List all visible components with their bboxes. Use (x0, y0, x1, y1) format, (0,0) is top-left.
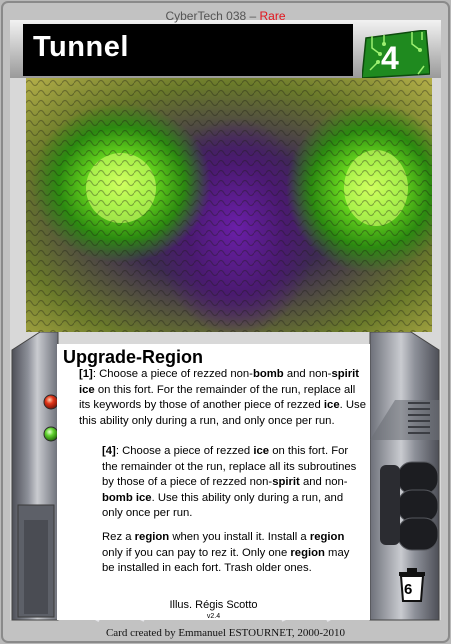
keyword-bomb: bomb (252, 368, 284, 380)
card: CyberTech 038 – Rare Tunnel 4 Upgrade-Re… (0, 0, 451, 644)
ability-2-seg: : Choose a piece of rezzed (115, 445, 254, 457)
ability-1-cost: [1] (79, 368, 93, 380)
ability-1-seg: and non- (283, 368, 332, 380)
ability-1-seg: : Choose a piece of rezzed non- (92, 368, 253, 380)
ability-2-seg: and non- (299, 476, 348, 488)
ability-2-text: [4]: Choose a piece of rezzed ice on thi… (102, 444, 364, 522)
trash-cost-value: 6 (404, 581, 413, 598)
region-rule-seg: Rez a (102, 531, 135, 543)
keyword-ice: ice (323, 399, 340, 411)
cost-value: 4 (381, 40, 399, 76)
card-title: Tunnel (33, 31, 129, 63)
set-separator: – (246, 9, 260, 23)
keyword-bomb-ice: bomb ice (102, 491, 152, 504)
ability-1-seg: on this fort. For the remainder of the r… (79, 383, 356, 412)
region-rule-text: Rez a region when you install it. Instal… (102, 530, 364, 577)
keyword-ice: ice (253, 445, 270, 457)
region-rule-seg: when you install it. Install a (169, 531, 310, 543)
set-name: CyberTech 038 (165, 9, 247, 23)
region-rule-seg: only if you can pay to rez it. Only one (102, 546, 291, 559)
ability-2-cost: [4] (102, 445, 116, 457)
illustrator-credit: Illus. Régis Scotto (169, 599, 258, 611)
card-subtype: Upgrade-Region (63, 347, 204, 367)
keyword-region: region (290, 546, 325, 559)
tunnel-artwork-image (26, 78, 432, 332)
keyword-region: region (134, 531, 170, 543)
keyword-spirit: spirit (272, 476, 300, 488)
rarity-label: Rare (259, 9, 286, 23)
keyword-region: region (309, 531, 345, 543)
card-artwork (26, 78, 432, 332)
version-label: v2.4 (206, 613, 221, 620)
set-line: CyberTech 038 – Rare (0, 9, 451, 23)
creator-credit: Card created by Emmanuel ESTOURNET, 2000… (105, 627, 346, 639)
ability-1-text: [1]: Choose a piece of rezzed non-bomb a… (79, 367, 369, 429)
